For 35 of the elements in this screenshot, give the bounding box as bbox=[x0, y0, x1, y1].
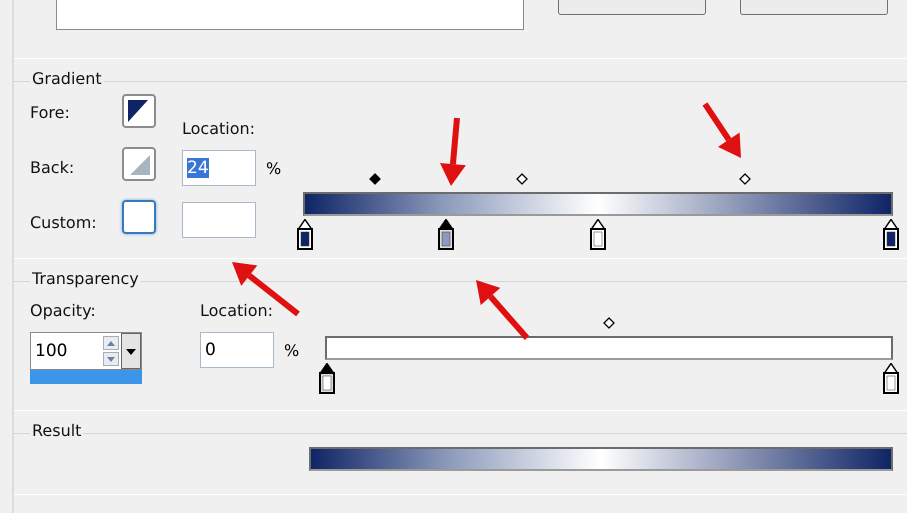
annotation-arrow bbox=[476, 280, 530, 340]
color-swatch[interactable] bbox=[122, 147, 156, 181]
location-field[interactable]: 0 bbox=[200, 332, 274, 368]
dialog-button[interactable] bbox=[740, 0, 888, 15]
gradient-stop-handle[interactable] bbox=[883, 363, 899, 394]
swatch-label: Custom: bbox=[30, 212, 98, 234]
text-field[interactable] bbox=[56, 0, 524, 30]
group-title: Transparency bbox=[30, 269, 141, 288]
unit-label: % bbox=[266, 158, 282, 178]
opacity-label: Opacity: bbox=[30, 300, 97, 322]
gradient-stop-handle[interactable] bbox=[883, 219, 899, 250]
midpoint-diamond-handle[interactable] bbox=[603, 317, 615, 329]
gradient-stop-handle[interactable] bbox=[319, 363, 335, 394]
opacity-spin-field[interactable]: 100 bbox=[30, 332, 142, 370]
color-swatch[interactable] bbox=[122, 94, 156, 128]
midpoint-diamond-handle[interactable] bbox=[516, 173, 528, 185]
annotation-arrow bbox=[702, 102, 741, 158]
gradient-stop-handle[interactable] bbox=[438, 219, 454, 250]
annotation-arrow bbox=[440, 118, 466, 186]
gradient-stop-handle[interactable] bbox=[297, 219, 313, 250]
location-label: Location: bbox=[200, 300, 274, 322]
spin-up-icon[interactable] bbox=[103, 336, 119, 350]
unit-label: % bbox=[284, 340, 300, 360]
swatch-label: Back: bbox=[30, 157, 76, 179]
location-label: Location: bbox=[182, 118, 256, 140]
dropdown-caret-icon[interactable] bbox=[121, 333, 141, 369]
midpoint-diamond-handle[interactable] bbox=[369, 173, 382, 185]
dialog-button[interactable] bbox=[558, 0, 706, 15]
swatch-label: Fore: bbox=[30, 102, 71, 124]
midpoint-diamond-handle[interactable] bbox=[738, 173, 750, 185]
gradient-stop-handle[interactable] bbox=[590, 219, 606, 250]
spin-down-icon[interactable] bbox=[103, 352, 119, 366]
location-field[interactable]: 24 bbox=[182, 150, 256, 186]
color-swatch[interactable] bbox=[122, 200, 156, 234]
custom-field[interactable] bbox=[182, 202, 256, 238]
